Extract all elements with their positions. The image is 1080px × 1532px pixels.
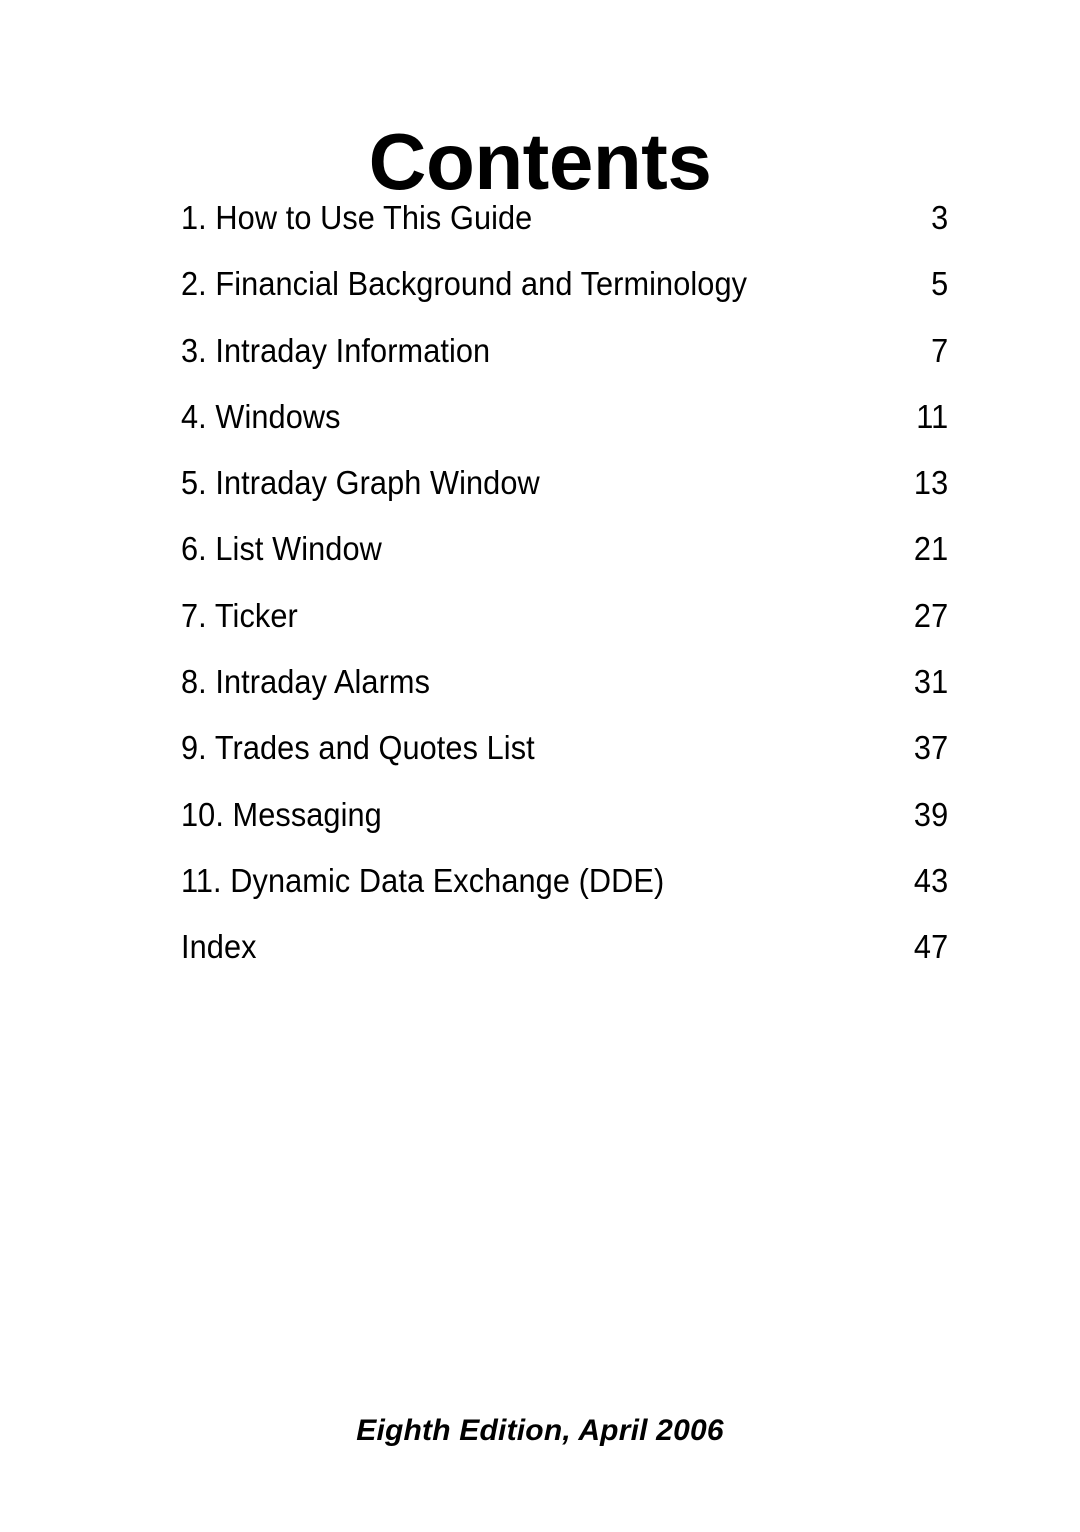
toc-entry-label: Index (181, 928, 257, 966)
toc-entry[interactable]: 7. Ticker 27 (181, 596, 948, 662)
toc-entry[interactable]: 10. Messaging 39 (181, 795, 948, 861)
toc-entry-page-number: 39 (913, 795, 949, 833)
toc-entry-label: 4. Windows (181, 397, 341, 435)
toc-entry-label: 2. Financial Background and Terminology (181, 265, 748, 303)
toc-entry[interactable]: 9. Trades and Quotes List 37 (181, 728, 948, 794)
toc-entry[interactable]: 5. Intraday Graph Window 13 (181, 463, 948, 529)
toc-entry-label: 5. Intraday Graph Window (181, 464, 540, 502)
page-title: Contents (368, 116, 712, 206)
toc-entry[interactable]: 1. How to Use This Guide 3 (181, 198, 948, 264)
toc-entry-page-number: 13 (913, 464, 949, 502)
toc-entry[interactable]: 11. Dynamic Data Exchange (DDE) 43 (181, 861, 948, 927)
toc-entry-page-number: 21 (913, 530, 949, 568)
toc-entry-label: 10. Messaging (181, 795, 382, 833)
toc-entry-page-number: 43 (913, 861, 949, 899)
toc-entry-label: 7. Ticker (181, 596, 298, 634)
table-of-contents: 1. How to Use This Guide 3 2. Financial … (181, 198, 949, 994)
document-page: Contents 1. How to Use This Guide 3 2. F… (0, 0, 1080, 1532)
toc-entry[interactable]: 4. Windows 11 (181, 397, 948, 463)
toc-entry[interactable]: Index 47 (181, 927, 948, 993)
toc-entry[interactable]: 3. Intraday Information 7 (181, 331, 948, 397)
toc-entry[interactable]: 6. List Window 21 (181, 529, 948, 595)
toc-entry-page-number: 7 (931, 331, 949, 369)
toc-entry-page-number: 5 (931, 265, 949, 303)
toc-entry-label: 8. Intraday Alarms (181, 663, 431, 701)
toc-entry-label: 6. List Window (181, 530, 382, 568)
toc-entry-page-number: 3 (931, 199, 949, 236)
toc-entry-page-number: 27 (913, 596, 949, 634)
toc-entry-page-number: 11 (916, 397, 949, 435)
toc-entry-label: 3. Intraday Information (181, 331, 491, 369)
toc-entry-page-number: 31 (913, 663, 949, 701)
toc-entry[interactable]: 8. Intraday Alarms 31 (181, 662, 948, 728)
toc-entry-page-number: 37 (913, 729, 949, 767)
toc-entry-page-number: 47 (913, 928, 949, 966)
toc-entry-label: 1. How to Use This Guide (181, 199, 533, 236)
edition-note: Eighth Edition, April 2006 (356, 1414, 724, 1447)
toc-entry[interactable]: 2. Financial Background and Terminology … (181, 264, 948, 330)
toc-entry-label: 11. Dynamic Data Exchange (DDE) (181, 861, 665, 899)
toc-entry-label: 9. Trades and Quotes List (181, 729, 535, 767)
